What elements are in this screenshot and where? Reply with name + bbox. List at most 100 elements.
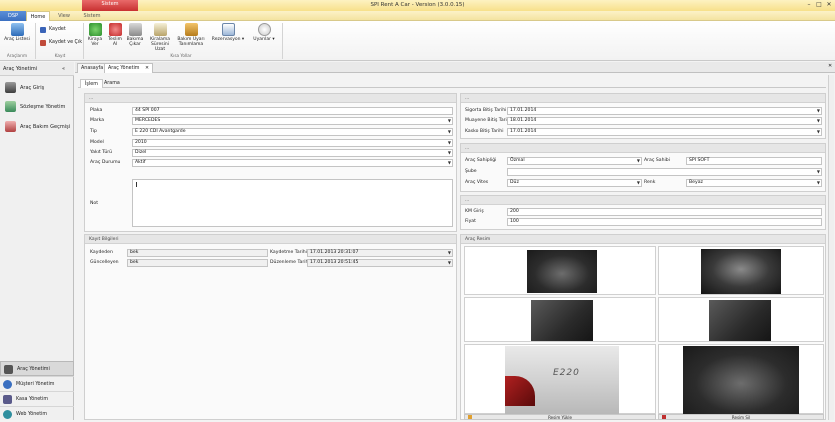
km-label: KM Giriş <box>465 209 484 214</box>
yakit-label: Yakıt Türü <box>90 150 113 155</box>
e220-badge: E220 <box>553 368 580 378</box>
sigorta-date[interactable]: 17.01.2014 ▼ <box>507 107 822 115</box>
fiyat-input[interactable]: 100 <box>507 218 822 226</box>
interior-photo <box>683 346 799 414</box>
nav-section-musteri[interactable]: Müşteri Yönetim <box>0 376 74 391</box>
sahibi-label: Araç Sahibi <box>644 158 670 163</box>
reservation-button[interactable]: Rezervasyon ▾ <box>210 23 246 42</box>
maintenance-icon <box>128 23 142 36</box>
tab-dsp[interactable]: DSP <box>0 11 26 21</box>
guncelleyen-label: Güncelleyen <box>90 260 119 265</box>
tab-home[interactable]: Home <box>26 11 50 21</box>
car-photo-6[interactable] <box>658 344 824 414</box>
car-photo-2[interactable] <box>658 246 824 295</box>
group-separator <box>282 23 283 59</box>
chevron-down-icon: ▾ <box>270 37 275 42</box>
nav-section-arac-yonetimi[interactable]: Araç Yönetimi <box>0 361 74 376</box>
close-document-icon[interactable]: ✕ <box>828 63 832 69</box>
yakit-select[interactable]: Dizel ▼ <box>132 149 453 157</box>
collapse-icon[interactable]: « <box>62 62 65 76</box>
chevron-down-icon: ▼ <box>816 169 820 174</box>
guncelleyen-field: bek <box>127 259 268 267</box>
receive-button[interactable]: Teslim Al <box>106 23 124 47</box>
close-tab-icon[interactable]: ✕ <box>145 66 149 71</box>
car-photo-1[interactable] <box>464 246 656 295</box>
save-button[interactable]: Kaydet <box>40 26 66 33</box>
maximize-button[interactable]: □ <box>814 1 824 9</box>
nav-item-sozlesme[interactable]: Sözleşme Yönetim <box>3 98 71 116</box>
front-seats-photo <box>531 300 593 341</box>
doc-tab-arac-yonetim[interactable]: Araç Yönetim ✕ <box>104 63 154 73</box>
sub-tab-strip <box>78 78 826 88</box>
sigorta-label: Sigorta Bitiş Tarihi <box>465 108 507 113</box>
marka-select[interactable]: MERCEDES ▼ <box>132 117 453 125</box>
car-list-icon <box>10 23 24 36</box>
tip-select[interactable]: E 220 CDI Avantgarde ▼ <box>132 128 453 136</box>
extend-button[interactable]: Kiralama Süresini Uzat <box>146 23 174 52</box>
contract-icon <box>5 101 16 112</box>
car-entry-icon <box>5 82 16 93</box>
duzenleme-tarihi-field: 17.01.2013 20:51:45 ▼ <box>307 259 453 267</box>
nav-section-web[interactable]: Web Yönetim <box>0 406 74 421</box>
tail-light <box>505 376 535 406</box>
kaydetme-tarihi-field: 17.01.2013 20:31:07 ▼ <box>307 249 453 257</box>
text-caret <box>136 182 137 187</box>
calendar-icon <box>221 23 235 36</box>
rent-button[interactable]: Kiraya Ver <box>86 23 104 47</box>
receive-icon <box>108 23 122 36</box>
car-list-button[interactable]: Araç Listesi <box>4 23 30 42</box>
save-icon <box>40 27 46 33</box>
nav-item-arac-giris[interactable]: Araç Giriş <box>3 79 71 97</box>
maintenance-alert-button[interactable]: Bakım Uyarı Tanımlama <box>176 23 206 47</box>
tab-view[interactable]: View <box>54 11 74 21</box>
nav-item-bakim-gecmisi[interactable]: Araç Bakım Geçmişi <box>3 118 71 136</box>
car-photo-4[interactable] <box>658 297 824 342</box>
maintenance-button[interactable]: Bakıma Çıkar <box>126 23 144 47</box>
sahibi-input[interactable]: SPI SOFT <box>686 157 822 165</box>
vites-select[interactable]: Düz ▼ <box>507 179 642 187</box>
save-close-button[interactable]: Kaydet ve Çık <box>40 39 82 46</box>
nav-pane-header: Araç Yönetimi « <box>0 62 74 76</box>
sahiplik-select[interactable]: Özmal ▼ <box>507 157 642 165</box>
tip-label: Tip <box>90 129 97 134</box>
not-textarea[interactable] <box>132 179 453 227</box>
renk-select[interactable]: Beyaz ▼ <box>686 179 822 187</box>
document-tab-strip <box>75 62 835 73</box>
chevron-down-icon: ▼ <box>636 180 640 185</box>
chevron-down-icon: ▾ <box>240 37 245 42</box>
muayene-label: Muayene Bitiş Tarihi <box>465 118 512 123</box>
vertical-scrollbar[interactable] <box>828 75 834 420</box>
tools-icon <box>184 23 198 36</box>
doc-tab-anasayfa[interactable]: Anasayfa <box>77 63 108 73</box>
kaydetme-tarihi-label: Kaydetme Tarihi <box>270 250 307 255</box>
tab-arama[interactable]: Arama <box>100 79 124 88</box>
muayene-date[interactable]: 18.01.2014 ▼ <box>507 117 822 125</box>
extend-icon <box>153 23 167 36</box>
plaka-input[interactable]: 44 SPI 007 <box>132 107 453 115</box>
chevron-down-icon: ▼ <box>636 158 640 163</box>
rear-badge-photo: E220 <box>505 346 619 414</box>
rear-seats-photo <box>709 300 771 341</box>
save-close-icon <box>40 40 46 46</box>
model-select[interactable]: 2010 ▼ <box>132 139 453 147</box>
durum-select[interactable]: Aktif ▼ <box>132 159 453 167</box>
km-input[interactable]: 200 <box>507 208 822 216</box>
chevron-down-icon: ▼ <box>447 129 451 134</box>
nav-section-kasa[interactable]: Kasa Yönetim <box>0 391 74 406</box>
tab-sistem[interactable]: Sistem <box>82 11 102 21</box>
group-label-kisa-yollar: Kısa Yollar <box>170 53 192 58</box>
delete-photo-button[interactable]: Resim Sil <box>658 414 824 420</box>
kasko-date[interactable]: 17.01.2014 ▼ <box>507 128 822 136</box>
warnings-button[interactable]: Uyarılar ▾ <box>252 23 276 42</box>
kasko-label: Kasko Bitiş Tarihi <box>465 129 504 134</box>
car-photo-3[interactable] <box>464 297 656 342</box>
close-button[interactable]: ✕ <box>824 1 834 9</box>
model-label: Model <box>90 140 104 145</box>
upload-photo-button[interactable]: Resim Yükle <box>464 414 656 420</box>
web-icon <box>3 410 12 419</box>
car-photo-5[interactable]: E220 <box>464 344 656 414</box>
service-history-icon <box>5 121 16 132</box>
sube-label: Şube <box>465 169 477 174</box>
minimize-button[interactable]: – <box>804 1 814 9</box>
sube-select[interactable]: ▼ <box>507 168 822 176</box>
